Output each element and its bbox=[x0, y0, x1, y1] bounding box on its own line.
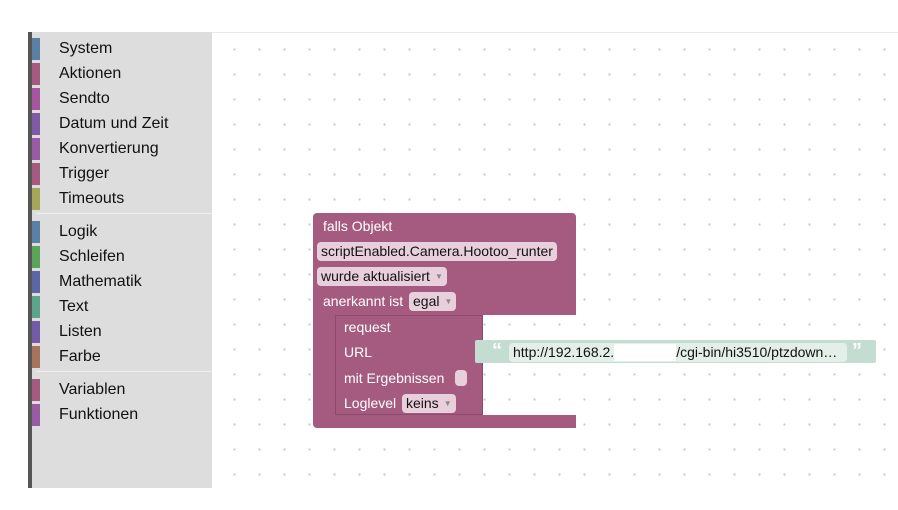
category-label: System bbox=[59, 40, 113, 57]
results-checkbox[interactable] bbox=[455, 370, 467, 386]
category-label: Mathematik bbox=[59, 273, 142, 290]
loglevel-dropdown[interactable]: keins ▼ bbox=[402, 394, 456, 413]
url-start: http://192.168.2. bbox=[513, 344, 615, 360]
category-label: Funktionen bbox=[59, 406, 139, 423]
category-label: Sendto bbox=[59, 90, 110, 107]
category-color-bar bbox=[32, 246, 40, 268]
dropdown-arrow-icon: ▼ bbox=[444, 297, 453, 306]
category-timeouts[interactable]: Timeouts bbox=[32, 188, 212, 210]
category-funktionen[interactable]: Funktionen bbox=[32, 404, 212, 426]
toolbox-sidebar: System Aktionen Sendto Datum und Zeit Konver… bbox=[28, 32, 212, 488]
category-label: Variablen bbox=[59, 381, 126, 398]
category-schleifen[interactable]: Schleifen bbox=[32, 246, 212, 268]
close-quote-icon: ” bbox=[852, 340, 862, 362]
category-label: Logik bbox=[59, 223, 98, 240]
object-id-field[interactable]: scriptEnabled.Camera.Hootoo_runter bbox=[317, 242, 557, 261]
category-color-bar bbox=[32, 321, 40, 343]
category-color-bar bbox=[32, 188, 40, 210]
category-label: Timeouts bbox=[59, 190, 125, 207]
category-mathematik[interactable]: Mathematik bbox=[32, 271, 212, 293]
category-farbe[interactable]: Farbe bbox=[32, 346, 212, 368]
dropdown-arrow-icon: ▼ bbox=[443, 399, 452, 408]
category-variablen[interactable]: Variablen bbox=[32, 379, 212, 401]
ack-dropdown[interactable]: egal ▼ bbox=[409, 292, 457, 311]
category-color-bar bbox=[32, 88, 40, 110]
category-konvertierung[interactable]: Konvertierung bbox=[32, 138, 212, 160]
category-color-bar bbox=[32, 404, 40, 426]
category-color-bar bbox=[32, 346, 40, 368]
category-aktionen[interactable]: Aktionen bbox=[32, 63, 212, 85]
request-title: request bbox=[344, 319, 391, 335]
trigger-title: falls Objekt bbox=[323, 218, 393, 234]
loglevel-label: Loglevel bbox=[344, 395, 397, 411]
ack-label: anerkannt ist bbox=[323, 293, 404, 309]
category-color-bar bbox=[32, 271, 40, 293]
category-color-bar bbox=[32, 113, 40, 135]
category-label: Trigger bbox=[59, 165, 110, 182]
redacted-area bbox=[614, 344, 677, 361]
category-label: Schleifen bbox=[59, 248, 125, 265]
dropdown-arrow-icon: ▼ bbox=[434, 272, 443, 281]
url-end: /cgi-bin/hi3510/ptzdown… bbox=[676, 344, 838, 360]
category-separator bbox=[36, 213, 212, 214]
category-color-bar bbox=[32, 221, 40, 243]
category-datum-und-zeit[interactable]: Datum und Zeit bbox=[32, 113, 212, 135]
category-listen[interactable]: Listen bbox=[32, 321, 212, 343]
condition-value: wurde aktualisiert bbox=[321, 268, 430, 284]
category-trigger[interactable]: Trigger bbox=[32, 163, 212, 185]
category-text[interactable]: Text bbox=[32, 296, 212, 318]
category-color-bar bbox=[32, 163, 40, 185]
open-quote-icon: “ bbox=[492, 340, 502, 362]
category-system[interactable]: System bbox=[32, 38, 212, 60]
category-color-bar bbox=[32, 38, 40, 60]
category-logik[interactable]: Logik bbox=[32, 221, 212, 243]
category-label: Konvertierung bbox=[59, 140, 159, 157]
category-color-bar bbox=[32, 379, 40, 401]
category-label: Datum und Zeit bbox=[59, 115, 169, 132]
ack-value: egal bbox=[413, 293, 440, 309]
category-label: Listen bbox=[59, 323, 102, 340]
category-label: Aktionen bbox=[59, 65, 122, 82]
category-color-bar bbox=[32, 63, 40, 85]
loglevel-value: keins bbox=[406, 395, 439, 411]
category-color-bar bbox=[32, 138, 40, 160]
url-text-field[interactable]: http://192.168.2. /cgi-bin/hi3510/ptzdown… bbox=[509, 343, 847, 362]
category-sendto[interactable]: Sendto bbox=[32, 88, 212, 110]
condition-dropdown[interactable]: wurde aktualisiert ▼ bbox=[317, 267, 447, 286]
category-label: Farbe bbox=[59, 348, 101, 365]
results-label: mit Ergebnissen bbox=[344, 370, 445, 386]
category-label: Text bbox=[59, 298, 89, 315]
category-separator bbox=[36, 371, 212, 372]
category-color-bar bbox=[32, 296, 40, 318]
url-label: URL bbox=[344, 344, 373, 360]
